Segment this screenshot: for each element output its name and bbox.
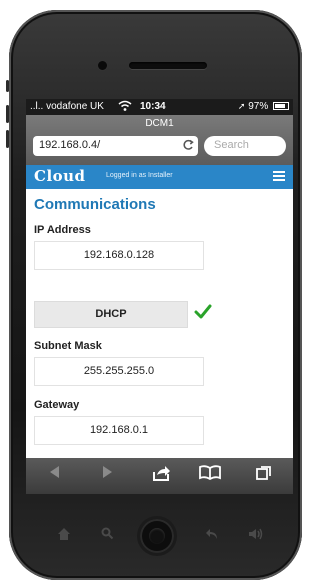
cloud-logo[interactable]: Cloud <box>34 167 86 185</box>
front-camera <box>98 61 107 70</box>
battery-icon <box>273 102 289 111</box>
status-time: 10:34 <box>140 101 166 112</box>
status-bar: ..l.. vodafone UK 10:34 ➚ 97% <box>26 99 293 115</box>
mute-switch <box>6 80 9 92</box>
carrier-label: ..l.. vodafone UK <box>30 101 104 112</box>
ip-address-field[interactable]: 192.168.0.128 <box>34 241 204 270</box>
back-icon[interactable] <box>42 464 66 488</box>
page-title: DCM1 <box>145 118 174 129</box>
wifi-icon <box>118 100 132 115</box>
battery-percent: 97% <box>248 101 269 112</box>
dhcp-button[interactable]: DHCP <box>34 301 188 328</box>
communications-content: Communications IP Address 192.168.0.128 … <box>26 189 293 445</box>
hamburger-menu-icon[interactable] <box>273 169 285 185</box>
tabs-icon[interactable] <box>252 464 276 488</box>
subnet-mask-field[interactable]: 255.255.255.0 <box>34 357 204 386</box>
subnet-mask-label: Subnet Mask <box>34 340 102 352</box>
location-icon: ➚ <box>237 101 246 111</box>
share-icon[interactable] <box>149 464 173 488</box>
home-icon[interactable] <box>57 527 71 544</box>
volume-icon[interactable] <box>248 527 264 544</box>
gateway-label: Gateway <box>34 399 80 411</box>
back-arrow-icon[interactable] <box>205 527 219 544</box>
checkmark-icon <box>194 301 212 323</box>
gateway-field[interactable]: 192.168.0.1 <box>34 416 204 445</box>
volume-button-down <box>6 130 9 148</box>
url-text: 192.168.0.4/ <box>39 139 101 151</box>
browser-toolbar <box>26 458 293 494</box>
battery-indicator: ➚ 97% <box>238 101 289 112</box>
search-field[interactable]: Search <box>204 136 286 156</box>
bookmarks-icon[interactable] <box>198 464 222 488</box>
url-field[interactable]: 192.168.0.4/ <box>33 136 198 156</box>
screen: ..l.. vodafone UK 10:34 ➚ 97% DCM1 192.1… <box>26 99 293 494</box>
forward-icon[interactable] <box>96 464 120 488</box>
refresh-icon[interactable] <box>182 139 194 154</box>
ip-address-label: IP Address <box>34 224 91 236</box>
volume-button-up <box>6 105 9 123</box>
browser-bar: DCM1 192.168.0.4/ Search <box>26 115 293 165</box>
search-icon[interactable] <box>101 527 114 543</box>
app-header: Cloud Logged in as Installer <box>26 165 293 189</box>
logged-in-label: Logged in as Installer <box>106 172 173 179</box>
home-button[interactable] <box>140 519 174 553</box>
earpiece-speaker <box>129 62 207 69</box>
section-title: Communications <box>34 196 156 213</box>
